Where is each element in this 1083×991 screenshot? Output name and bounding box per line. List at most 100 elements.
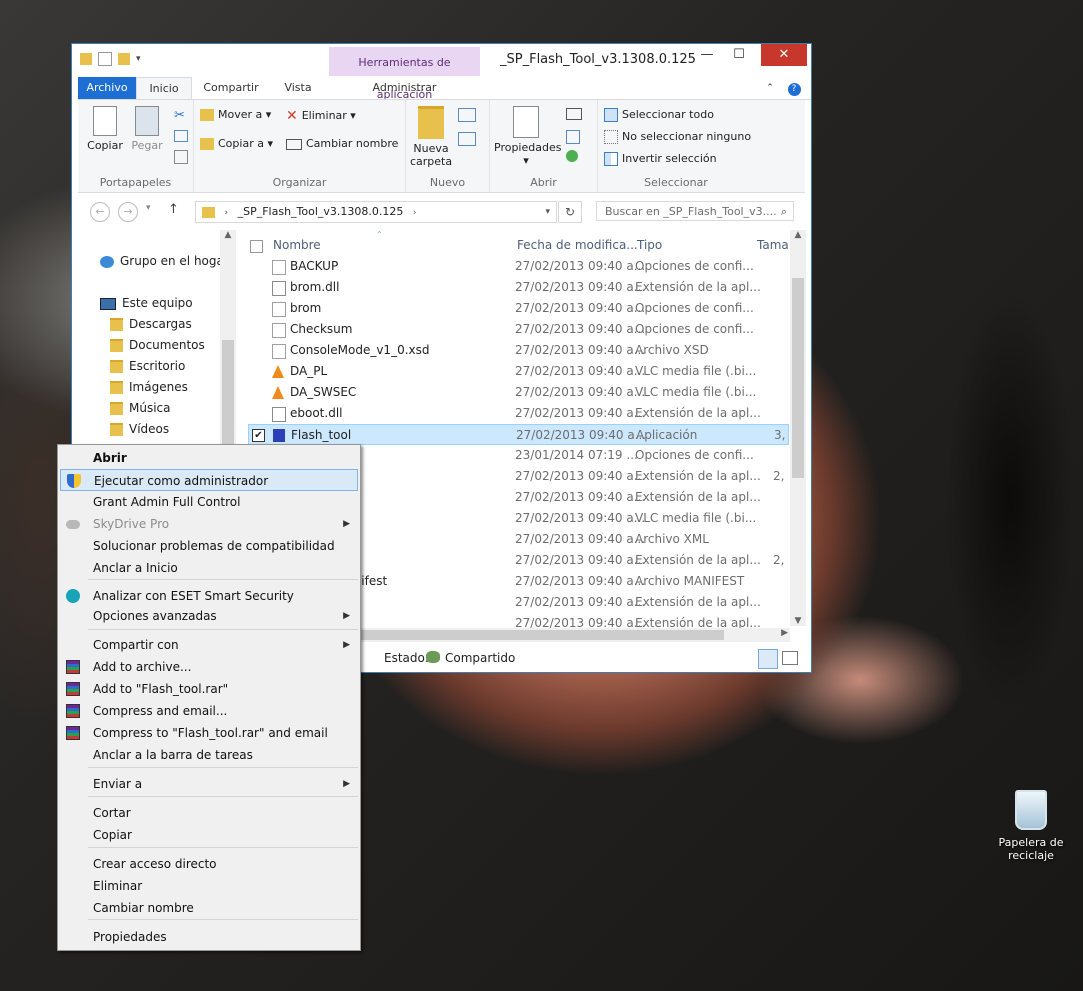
- menu-item-eliminar[interactable]: Eliminar: [60, 875, 358, 897]
- file-list-scroll-thumb[interactable]: [792, 278, 804, 478]
- file-row[interactable]: DA_SWSEC 27/02/2013 09:40 a... VLC media f…: [248, 382, 789, 403]
- address-input[interactable]: › _SP_Flash_Tool_v3.1308.0.125 › ▾: [195, 201, 557, 223]
- nav-item-documents[interactable]: Documentos: [110, 338, 205, 352]
- group-label-open: Abrir: [530, 176, 557, 189]
- back-button[interactable]: ←: [90, 202, 110, 222]
- properties-button[interactable]: Propiedades ▾: [494, 106, 561, 167]
- scroll-up-icon[interactable]: ▲: [220, 230, 236, 240]
- easy-access-icon[interactable]: [458, 132, 476, 146]
- new-folder-icon[interactable]: [118, 53, 130, 65]
- desktop-folder-icon: [110, 360, 123, 373]
- scroll-right-icon[interactable]: ▶: [781, 628, 788, 638]
- menu-item-crear-acceso-directo[interactable]: Crear acceso directo: [60, 853, 358, 875]
- scroll-up-icon[interactable]: ▲: [790, 230, 806, 240]
- nav-item-pictures[interactable]: Imágenes: [110, 380, 188, 394]
- properties-icon[interactable]: [98, 52, 112, 66]
- history-icon[interactable]: [566, 150, 578, 162]
- column-name[interactable]: Nombre: [273, 238, 321, 252]
- menu-item-compartir-con[interactable]: Compartir con ▶: [60, 634, 358, 656]
- open-icon[interactable]: [566, 108, 582, 120]
- menu-item-compress-to-flash-tool-rar-and-email[interactable]: Compress to "Flash_tool.rar" and email: [60, 722, 358, 744]
- menu-item-add-to-archive[interactable]: Add to archive...: [60, 656, 358, 678]
- delete-button[interactable]: ✕ Eliminar ▾: [286, 108, 356, 124]
- file-row[interactable]: ConsoleMode_v1_0.xsd 27/02/2013 09:40 a..…: [248, 340, 789, 361]
- menu-item-compress-and-email[interactable]: Compress and email...: [60, 700, 358, 722]
- folder-icon[interactable]: [80, 53, 92, 65]
- close-button[interactable]: ✕: [761, 44, 807, 66]
- select-none-button[interactable]: No seleccionar ninguno: [604, 130, 751, 144]
- tab-archivo[interactable]: Archivo: [78, 77, 136, 99]
- menu-item-grant-admin-full-control[interactable]: Grant Admin Full Control: [60, 491, 358, 513]
- tab-inicio[interactable]: Inicio: [136, 77, 192, 99]
- nav-item-videos[interactable]: Vídeos: [110, 422, 169, 436]
- details-view-icon[interactable]: [758, 649, 778, 669]
- move-to-button[interactable]: Mover a ▾: [200, 108, 271, 121]
- menu-item-enviar-a[interactable]: Enviar a ▶: [60, 773, 358, 795]
- column-type[interactable]: Tipo: [637, 238, 662, 252]
- row-checkbox[interactable]: ✔: [252, 429, 265, 442]
- column-date[interactable]: Fecha de modifica...: [517, 238, 638, 252]
- nav-item-this-pc[interactable]: Este equipo: [100, 296, 193, 310]
- chevron-down-icon[interactable]: ▾: [545, 202, 550, 222]
- menu-item-anclar-a-inicio[interactable]: Anclar a Inicio: [60, 557, 358, 579]
- up-button[interactable]: ↑: [168, 202, 179, 217]
- menu-item-cambiar-nombre[interactable]: Cambiar nombre: [60, 897, 358, 919]
- edit-icon[interactable]: [566, 130, 580, 144]
- menu-item-propiedades[interactable]: Propiedades: [60, 926, 358, 948]
- file-row[interactable]: BACKUP 27/02/2013 09:40 a... Opciones de c…: [248, 256, 789, 277]
- new-folder-button[interactable]: Nueva carpeta: [410, 106, 452, 168]
- rename-button[interactable]: Cambiar nombre: [286, 137, 398, 150]
- minimize-button[interactable]: —: [693, 44, 721, 66]
- tab-vista[interactable]: Vista: [272, 77, 324, 99]
- menu-item-copiar[interactable]: Copiar: [60, 824, 358, 846]
- cut-icon[interactable]: ✂: [174, 108, 185, 123]
- forward-button[interactable]: →: [118, 202, 138, 222]
- file-icon: [272, 302, 286, 317]
- file-row[interactable]: brom 27/02/2013 09:40 a... Opciones de con…: [248, 298, 789, 319]
- recent-locations-icon[interactable]: ▾: [146, 203, 151, 213]
- nav-item-homegroup[interactable]: Grupo en el hogar: [100, 254, 229, 268]
- file-list-vscrollbar[interactable]: ▲ ▼: [790, 230, 806, 626]
- file-row[interactable]: DA_PL 27/02/2013 09:40 a... VLC media file…: [248, 361, 789, 382]
- scroll-down-icon[interactable]: ▼: [790, 616, 806, 626]
- paste-button[interactable]: Pegar: [128, 106, 166, 152]
- menu-item-abrir[interactable]: Abrir: [60, 447, 358, 469]
- menu-item-ejecutar-como-administrador[interactable]: Ejecutar como administrador: [60, 469, 358, 491]
- copy-path-icon[interactable]: [174, 130, 188, 142]
- file-row[interactable]: ✔ Flash_tool 27/02/2013 09:40 a... Aplicaci…: [248, 424, 789, 445]
- recycle-bin[interactable]: Papelera de reciclaje: [990, 790, 1072, 862]
- file-row[interactable]: brom.dll 27/02/2013 09:40 a... Extensión d…: [248, 277, 789, 298]
- new-item-icon[interactable]: [458, 108, 476, 122]
- select-all-checkbox[interactable]: [250, 240, 263, 253]
- menu-item-anclar-a-la-barra-de-tareas[interactable]: Anclar a la barra de tareas: [60, 744, 358, 766]
- tab-administrar[interactable]: Administrar: [329, 77, 480, 99]
- menu-item-cortar[interactable]: Cortar: [60, 802, 358, 824]
- nav-scroll-thumb[interactable]: [222, 340, 234, 460]
- file-row[interactable]: eboot.dll 27/02/2013 09:40 a... Extensión …: [248, 403, 789, 424]
- menu-item-opciones-avanzadas[interactable]: Opciones avanzadas ▶: [60, 605, 358, 627]
- customize-toolbar-icon[interactable]: ▾: [136, 54, 141, 64]
- nav-item-downloads[interactable]: Descargas: [110, 317, 192, 331]
- tab-compartir[interactable]: Compartir: [194, 77, 268, 99]
- help-icon[interactable]: ?: [784, 77, 804, 99]
- chevron-right-icon[interactable]: ›: [413, 208, 417, 218]
- minimize-ribbon-icon[interactable]: ⌃: [762, 77, 778, 99]
- menu-item-solucionar-problemas-de-compatibilidad[interactable]: Solucionar problemas de compatibilidad: [60, 535, 358, 557]
- copy-button[interactable]: Copiar: [86, 106, 124, 152]
- menu-item-add-to-flash-tool-rar[interactable]: Add to "Flash_tool.rar": [60, 678, 358, 700]
- maximize-button[interactable]: ☐: [725, 44, 753, 66]
- file-row[interactable]: Checksum 27/02/2013 09:40 a... Opciones de…: [248, 319, 789, 340]
- invert-selection-button[interactable]: Invertir selección: [604, 152, 717, 166]
- nav-item-desktop[interactable]: Escritorio: [110, 359, 185, 373]
- select-all-button[interactable]: Seleccionar todo: [604, 108, 714, 122]
- large-icons-view-icon[interactable]: [782, 651, 798, 665]
- search-input[interactable]: Buscar en _SP_Flash_Tool_v3.... ⌕: [596, 201, 794, 221]
- menu-item-analizar-con-eset-smart-security[interactable]: Analizar con ESET Smart Security: [60, 585, 358, 607]
- paste-shortcut-icon[interactable]: [174, 150, 188, 164]
- copy-to-button[interactable]: Copiar a ▾: [200, 137, 273, 150]
- column-size[interactable]: Tama: [757, 238, 789, 252]
- chevron-right-icon[interactable]: ›: [225, 208, 229, 218]
- menu-item-skydrive-pro[interactable]: SkyDrive Pro ▶: [60, 513, 358, 535]
- nav-item-music[interactable]: Música: [110, 401, 171, 415]
- refresh-button[interactable]: ↻: [558, 201, 582, 223]
